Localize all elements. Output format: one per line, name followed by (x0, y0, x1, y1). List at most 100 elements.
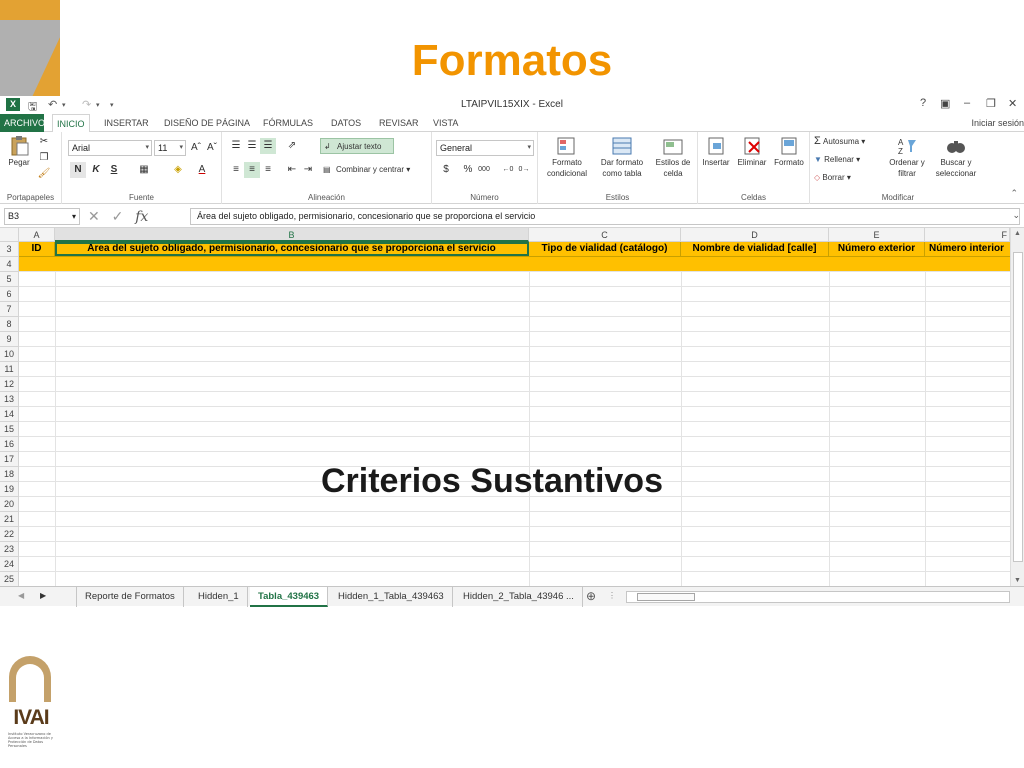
decrease-decimal-icon[interactable]: 0→ (516, 162, 532, 178)
row-header[interactable]: 15 (0, 422, 19, 437)
data-row[interactable] (19, 362, 1010, 377)
underline-button[interactable]: S (106, 162, 122, 178)
increase-decimal-icon[interactable]: ←0 (500, 162, 516, 178)
decrease-indent-icon[interactable]: ⇤ (284, 162, 300, 178)
header-cell-numero-exterior[interactable]: Número exterior (829, 242, 925, 256)
tab-revisar[interactable]: REVISAR (375, 114, 423, 132)
row-header[interactable]: 16 (0, 437, 19, 452)
sheet-tab-hidden-2-tabla[interactable]: Hidden_2_Tabla_43946 ... (455, 587, 583, 607)
copy-icon[interactable]: ❐ (36, 150, 52, 166)
next-sheet-icon[interactable]: ▶ (40, 591, 46, 600)
sort-filter-button[interactable]: AZ Ordenar y filtrar (886, 136, 928, 179)
row-header[interactable]: 23 (0, 542, 19, 557)
name-box[interactable]: B3 ▾ (4, 208, 80, 225)
header-cell-id[interactable]: ID (19, 242, 55, 256)
restore-icon[interactable]: ❐ (986, 97, 996, 110)
orientation-icon[interactable]: ⇗ (284, 138, 300, 154)
add-sheet-icon[interactable]: ⊕ (586, 589, 596, 603)
row-header[interactable]: 7 (0, 302, 19, 317)
format-cells-button[interactable]: Formato (770, 136, 808, 168)
data-row[interactable] (19, 392, 1010, 407)
fill-button[interactable]: ▼ Rellenar ▾ (814, 154, 886, 165)
cell-styles-button[interactable]: Estilos de celda (650, 136, 696, 179)
row-header-4[interactable]: 4 (0, 257, 19, 272)
data-row[interactable] (19, 287, 1010, 302)
column-header-e[interactable]: E (829, 228, 925, 242)
header-cell-nombre-vialidad[interactable]: Nombre de vialidad [calle] (681, 242, 829, 256)
sheet-tab-tabla-439463[interactable]: Tabla_439463 (250, 587, 329, 607)
borders-icon[interactable]: ▦ (136, 162, 152, 178)
format-painter-icon[interactable]: 🖌 (36, 166, 52, 182)
column-header-a[interactable]: A (19, 228, 55, 242)
cut-icon[interactable]: ✂ (36, 134, 52, 150)
confirm-entry-icon[interactable]: ✓ (112, 208, 124, 224)
tab-diseno-de-pagina[interactable]: DISEÑO DE PÁGINA (160, 114, 254, 132)
fill-color-icon[interactable]: ◈ (170, 162, 186, 178)
column-header-f[interactable]: F (925, 228, 1010, 242)
row-header[interactable]: 25 (0, 572, 19, 586)
grow-font-icon[interactable]: Aˆ (188, 140, 204, 156)
sheet-tab-hidden-1-tabla[interactable]: Hidden_1_Tabla_439463 (330, 587, 453, 607)
merge-center-button[interactable]: ▤ Combinar y centrar ▾ (320, 162, 428, 178)
data-row[interactable] (19, 377, 1010, 392)
row-header[interactable]: 14 (0, 407, 19, 422)
help-button[interactable]: ? (920, 97, 926, 109)
number-format-select[interactable]: General ▾ (436, 140, 534, 156)
data-row[interactable] (19, 527, 1010, 542)
row-header[interactable]: 24 (0, 557, 19, 572)
tab-formulas[interactable]: FÓRMULAS (259, 114, 317, 132)
align-bottom-icon[interactable]: ☰ (260, 138, 276, 154)
formula-input[interactable]: Área del sujeto obligado, permisionario,… (190, 208, 1020, 225)
tab-datos[interactable]: DATOS (327, 114, 365, 132)
data-row[interactable] (19, 272, 1010, 287)
format-as-table-button[interactable]: Dar formato como tabla (594, 136, 650, 179)
header-cell-numero-interior[interactable]: Número interior (925, 242, 1010, 256)
insert-cells-button[interactable]: Insertar (698, 136, 734, 168)
row-header[interactable]: 9 (0, 332, 19, 347)
conditional-format-button[interactable]: Formato condicional (540, 136, 594, 179)
font-color-icon[interactable]: A (194, 162, 210, 178)
sheet-tab-reporte[interactable]: Reporte de Formatos (76, 587, 184, 607)
align-left-icon[interactable]: ≡ (228, 162, 244, 178)
row-header[interactable]: 11 (0, 362, 19, 377)
data-row[interactable] (19, 332, 1010, 347)
tab-archivo[interactable]: ARCHIVO (0, 114, 45, 132)
data-row[interactable] (19, 572, 1010, 586)
select-all-corner[interactable] (0, 228, 19, 242)
column-header-d[interactable]: D (681, 228, 829, 242)
header-cell-tipo-vialidad[interactable]: Tipo de vialidad (catálogo) (529, 242, 681, 256)
column-header-c[interactable]: C (529, 228, 681, 242)
column-header-b[interactable]: B (55, 228, 529, 242)
currency-button[interactable]: $ (438, 162, 454, 178)
shrink-font-icon[interactable]: Aˇ (204, 140, 220, 156)
sign-in-link[interactable]: Iniciar sesión (971, 118, 1024, 128)
paste-button[interactable]: Pegar (4, 136, 34, 168)
percent-button[interactable]: % (460, 162, 476, 178)
vertical-scrollbar[interactable]: ▲ ▼ (1010, 228, 1024, 586)
tab-inicio[interactable]: INICIO (52, 114, 90, 133)
data-row[interactable] (19, 437, 1010, 452)
header-cell-area[interactable]: Área del sujeto obligado, permisionario,… (55, 242, 529, 256)
row-header[interactable]: 6 (0, 287, 19, 302)
sheet-tab-hidden-1[interactable]: Hidden_1 (190, 587, 248, 607)
vertical-scroll-thumb[interactable] (1013, 252, 1023, 562)
data-row[interactable] (19, 557, 1010, 572)
data-row[interactable] (19, 302, 1010, 317)
tab-insertar[interactable]: INSERTAR (100, 114, 153, 132)
data-row[interactable] (19, 407, 1010, 422)
row-header[interactable]: 8 (0, 317, 19, 332)
row-header[interactable]: 5 (0, 272, 19, 287)
font-size-select[interactable]: 11 ▾ (154, 140, 186, 156)
row-header[interactable]: 21 (0, 512, 19, 527)
collapse-ribbon-icon[interactable]: ⌃ (1010, 188, 1018, 199)
data-row[interactable] (19, 512, 1010, 527)
row-header[interactable]: 10 (0, 347, 19, 362)
data-row[interactable] (19, 542, 1010, 557)
cancel-entry-icon[interactable]: ✕ (88, 208, 100, 224)
close-icon[interactable]: ✕ (1008, 97, 1017, 110)
row-header-3[interactable]: 3 (0, 242, 19, 257)
data-row[interactable] (19, 347, 1010, 362)
italic-button[interactable]: K (88, 162, 104, 178)
minimize-icon[interactable]: – (964, 97, 970, 109)
insert-function-icon[interactable]: fx (135, 209, 148, 225)
